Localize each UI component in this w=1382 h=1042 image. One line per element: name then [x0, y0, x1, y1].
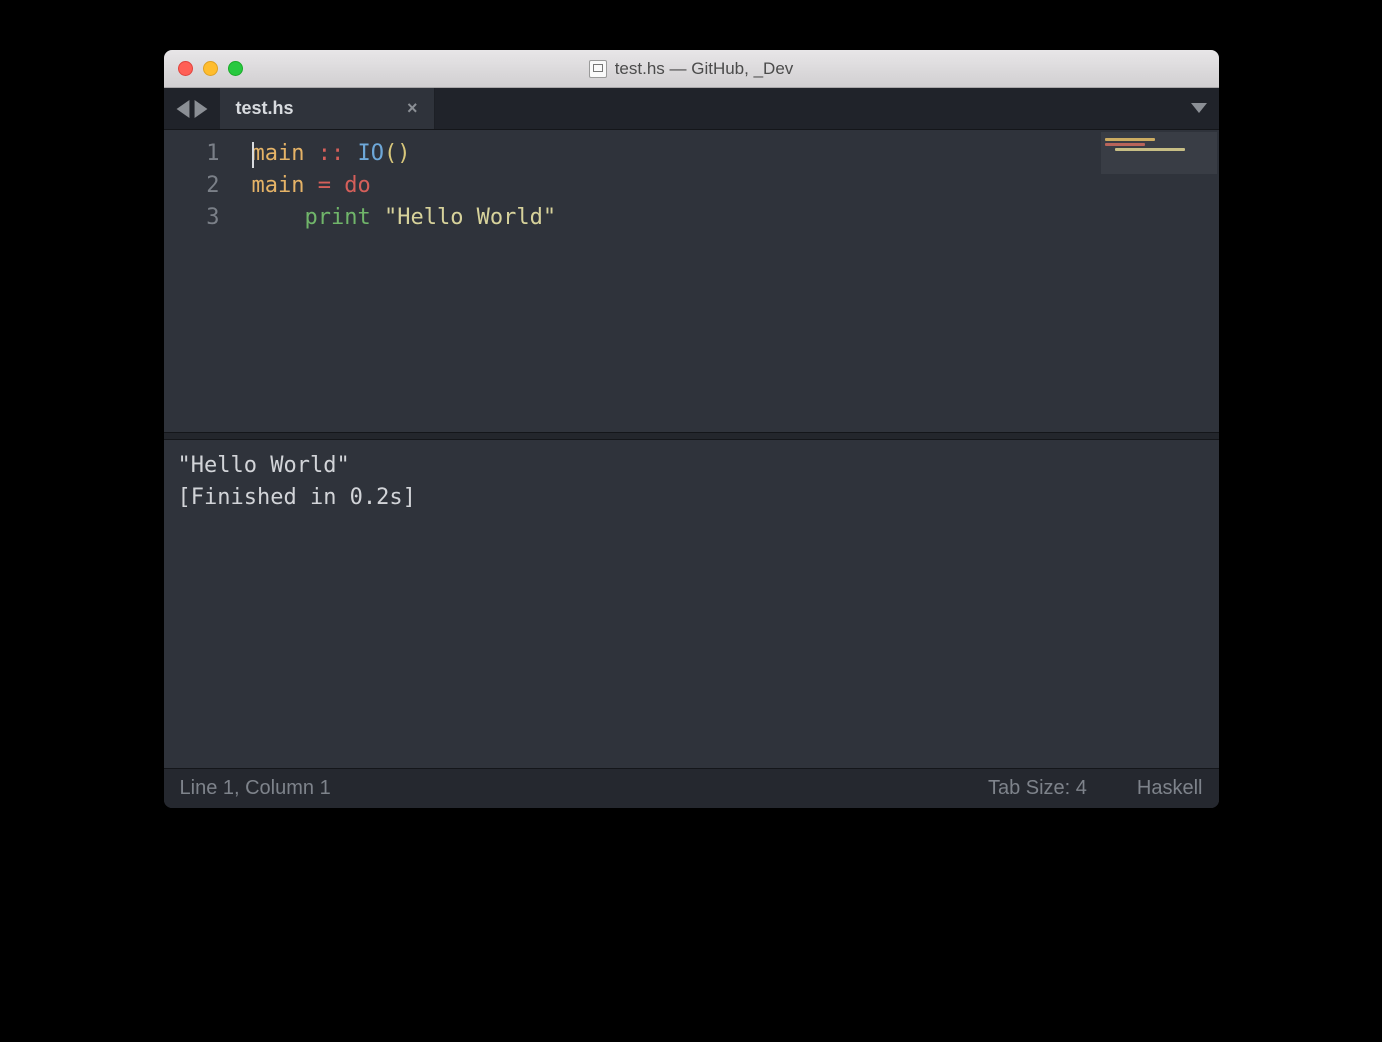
window-title: test.hs — GitHub, _Dev: [164, 59, 1219, 79]
nav-back-icon[interactable]: [176, 100, 190, 118]
line-number: 2: [164, 170, 220, 202]
minimize-window-button[interactable]: [203, 61, 218, 76]
cursor-position[interactable]: Line 1, Column 1: [180, 777, 331, 800]
tab-size-indicator[interactable]: Tab Size: 4: [988, 777, 1087, 800]
tab-overflow-button[interactable]: [1179, 88, 1219, 129]
code-line: main = do: [252, 170, 1099, 202]
build-output-panel[interactable]: "Hello World" [Finished in 0.2s]: [164, 440, 1219, 768]
console-line: [Finished in 0.2s]: [178, 482, 1205, 514]
minimap-viewport[interactable]: [1101, 132, 1217, 174]
line-number: 3: [164, 202, 220, 234]
tab-test-hs[interactable]: test.hs ×: [220, 88, 435, 129]
code-line: main :: IO(): [252, 138, 1099, 170]
line-number-gutter: 1 2 3: [164, 130, 238, 432]
traffic-lights: [164, 61, 243, 76]
syntax-indicator[interactable]: Haskell: [1137, 777, 1203, 800]
tab-bar: test.hs ×: [164, 88, 1219, 130]
line-number: 1: [164, 138, 220, 170]
file-icon: [589, 60, 607, 78]
window-title-text: test.hs — GitHub, _Dev: [615, 59, 794, 79]
editor-window: test.hs — GitHub, _Dev test.hs × 1 2 3: [164, 50, 1219, 808]
editor-area[interactable]: 1 2 3 main :: IO() main = do print "Hell…: [164, 130, 1219, 432]
console-line: "Hello World": [178, 450, 1205, 482]
history-nav: [164, 88, 220, 129]
close-window-button[interactable]: [178, 61, 193, 76]
tab-close-icon[interactable]: ×: [407, 98, 418, 119]
text-cursor: [252, 142, 254, 168]
status-bar: Line 1, Column 1 Tab Size: 4 Haskell: [164, 768, 1219, 808]
nav-forward-icon[interactable]: [194, 100, 208, 118]
minimap[interactable]: [1099, 130, 1219, 432]
tab-label: test.hs: [236, 98, 294, 119]
code-line: print "Hello World": [252, 202, 1099, 234]
zoom-window-button[interactable]: [228, 61, 243, 76]
code-content[interactable]: main :: IO() main = do print "Hello Worl…: [238, 130, 1099, 432]
panel-resize-handle[interactable]: [164, 432, 1219, 440]
titlebar[interactable]: test.hs — GitHub, _Dev: [164, 50, 1219, 88]
